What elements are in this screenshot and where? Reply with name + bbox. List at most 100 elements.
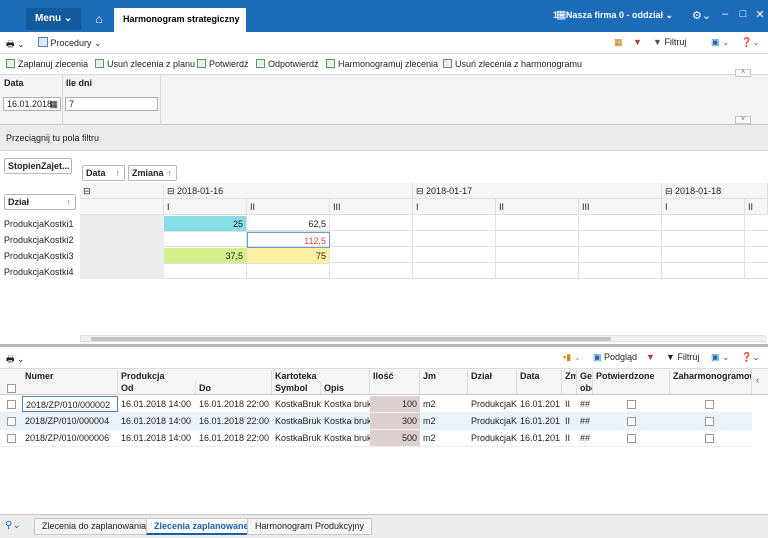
row-header[interactable]: ProdukcjaKostki3 — [0, 248, 80, 264]
confirmed-checkbox[interactable] — [627, 417, 636, 426]
cell-zm[interactable]: II — [562, 413, 577, 429]
cell-ilosc[interactable]: 300 — [370, 413, 420, 429]
minimize-icon[interactable]: – — [718, 8, 732, 20]
tab-production-schedule[interactable]: Harmonogram Produkcyjny — [247, 518, 373, 535]
cell-data[interactable]: 16.01.201 — [517, 430, 562, 446]
cell-numer[interactable]: 2018/ZP/010/000004 — [22, 413, 118, 429]
shift-header[interactable]: I — [164, 199, 247, 215]
shift-header[interactable]: II — [745, 199, 768, 215]
date-field[interactable]: 16.01.2018 ▦ — [3, 97, 61, 111]
pivot-cell[interactable]: 25 — [164, 216, 247, 232]
window-options-icon[interactable]: ▣ ⌄ — [711, 352, 730, 363]
cell-dzial[interactable]: ProdukcjaK — [468, 430, 517, 446]
col-symbol[interactable]: Symbol — [272, 382, 321, 394]
help-icon[interactable]: ❓⌄ — [741, 352, 760, 363]
filter-button[interactable]: ▼ Filtruj — [653, 37, 686, 47]
gear-icon[interactable]: ⚙⌄ — [692, 9, 711, 22]
date-header[interactable]: ⊟ 2018-01-17 — [413, 183, 662, 199]
cell-numer[interactable]: 2018/ZP/010/000006 — [22, 430, 118, 446]
confirmed-checkbox[interactable] — [627, 434, 636, 443]
col-dzial[interactable]: Dział — [468, 370, 517, 394]
calendar-filter-icon[interactable]: ▦ — [614, 37, 623, 48]
cell-ilosc[interactable]: 500 — [370, 430, 420, 446]
cell-symbol[interactable]: KostkaBruk — [272, 396, 321, 412]
pivot-cell[interactable]: 37,5 — [164, 248, 247, 264]
window-options-icon[interactable]: ▣ ⌄ — [711, 37, 730, 48]
scrollbar-thumb[interactable] — [91, 337, 611, 341]
procedures-button[interactable]: Procedury ⌄ — [38, 37, 102, 49]
scheduled-checkbox[interactable] — [705, 434, 714, 443]
cell-data[interactable]: 16.01.201 — [517, 396, 562, 412]
col-potwierdzone[interactable]: Potwierdzone — [593, 370, 670, 394]
confirm-button[interactable]: Potwierdź — [197, 59, 249, 69]
cell-do[interactable]: 16.01.2018 22:00 — [196, 413, 272, 429]
row-header[interactable]: ProdukcjaKostki1 — [0, 216, 80, 232]
firm-selector[interactable]: 1 - Nasza firma 0 - oddział ⌄ — [553, 10, 673, 21]
cell-od[interactable]: 16.01.2018 14:00 — [118, 413, 196, 429]
print-icon[interactable]: 🖶 ⌄ — [6, 37, 25, 53]
row-field-dzial[interactable]: Dział ↑ — [4, 194, 76, 210]
scroll-up-button[interactable]: ˄ — [735, 69, 751, 77]
pivot-cell[interactable]: 62,5 — [247, 216, 330, 232]
cell-od[interactable]: 16.01.2018 14:00 — [118, 396, 196, 412]
cell-dzial[interactable]: ProdukcjaK — [468, 396, 517, 412]
preview-button[interactable]: ▣ Podgląd — [593, 352, 637, 363]
shift-header[interactable]: I — [413, 199, 496, 215]
scheduled-checkbox[interactable] — [705, 400, 714, 409]
column-field-zmiana[interactable]: Zmiana ↑ — [128, 165, 177, 181]
filter-field-chip[interactable]: StopienZajet... — [4, 158, 72, 174]
calendar-icon[interactable]: ▦ — [49, 98, 58, 110]
col-zaharmonogramowane[interactable]: Zaharmonogramow — [670, 370, 752, 394]
cell-jm[interactable]: m2 — [420, 396, 468, 412]
cell-zm[interactable]: II — [562, 430, 577, 446]
shift-header[interactable]: II — [496, 199, 579, 215]
cell-ge[interactable]: ## — [577, 430, 593, 446]
col-produkcja[interactable]: Produkcja — [118, 370, 272, 382]
col-numer[interactable]: Numer — [22, 370, 118, 394]
col-ge[interactable]: Ge — [577, 370, 593, 382]
col-kartoteka[interactable]: Kartoteka — [272, 370, 370, 382]
col-zm[interactable]: Zm — [562, 370, 577, 394]
print-icon[interactable]: 🖶 ⌄ — [6, 352, 25, 368]
cell-zm[interactable]: II — [562, 396, 577, 412]
scheduled-checkbox[interactable] — [705, 417, 714, 426]
row-checkbox[interactable] — [7, 400, 16, 409]
pivot-cell[interactable]: 75 — [247, 248, 330, 264]
col-do[interactable]: Do — [196, 382, 272, 394]
col-ge-sub[interactable]: obc — [577, 382, 593, 394]
confirmed-checkbox[interactable] — [627, 400, 636, 409]
horizontal-scrollbar[interactable] — [80, 335, 766, 342]
clear-filter-icon[interactable]: ▼ — [633, 37, 642, 47]
cell-jm[interactable]: m2 — [420, 413, 468, 429]
cell-do[interactable]: 16.01.2018 22:00 — [196, 430, 272, 446]
select-all-checkbox[interactable] — [7, 384, 16, 393]
date-header[interactable]: ⊟ 2018-01-18 — [662, 183, 768, 199]
cell-opis[interactable]: Kostka bruk — [321, 430, 370, 446]
cell-jm[interactable]: m2 — [420, 430, 468, 446]
row-checkbox[interactable] — [7, 434, 16, 443]
maximize-icon[interactable]: □ — [736, 8, 750, 20]
chart-icon[interactable]: ▪▮ ⌄ — [563, 352, 581, 363]
filter-button[interactable]: ▼ Filtruj — [666, 352, 699, 362]
collapse-all-icon[interactable]: ⊟ — [80, 183, 164, 199]
cell-symbol[interactable]: KostkaBruk — [272, 413, 321, 429]
cell-do[interactable]: 16.01.2018 22:00 — [196, 396, 272, 412]
date-header[interactable]: ⊟ 2018-01-16 — [164, 183, 413, 199]
row-header[interactable]: ProdukcjaKostki2 — [0, 232, 80, 248]
chevron-left-icon[interactable]: ‹ — [756, 375, 759, 386]
cell-symbol[interactable]: KostkaBruk — [272, 430, 321, 446]
tab-planned[interactable]: Zlecenia zaplanowane — [146, 518, 257, 535]
cell-opis[interactable]: Kostka bruk — [321, 413, 370, 429]
cell-dzial[interactable]: ProdukcjaK — [468, 413, 517, 429]
shift-header[interactable]: III — [330, 199, 413, 215]
days-field[interactable]: 7 — [65, 97, 158, 111]
help-icon[interactable]: ❓⌄ — [741, 37, 760, 48]
cell-ge[interactable]: ## — [577, 413, 593, 429]
close-icon[interactable]: ✕ — [753, 8, 767, 21]
pivot-filter-area[interactable]: Przeciągnij tu pola filtru — [0, 125, 768, 151]
cell-opis[interactable]: Kostka bruk — [321, 396, 370, 412]
shift-header[interactable]: III — [579, 199, 662, 215]
pivot-cell-selected[interactable]: 112,5 — [247, 232, 330, 248]
row-checkbox[interactable] — [7, 417, 16, 426]
col-data[interactable]: Data — [517, 370, 562, 394]
